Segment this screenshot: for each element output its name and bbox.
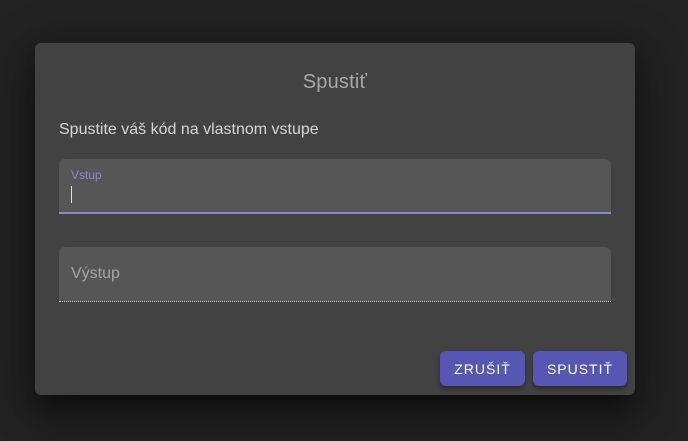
text-cursor xyxy=(71,186,72,203)
input-field-label: Vstup xyxy=(71,168,102,182)
cancel-button[interactable]: ZRUŠIŤ xyxy=(440,351,525,386)
dialog-title: Spustiť xyxy=(302,71,368,93)
run-button[interactable]: SPUSTIŤ xyxy=(533,351,627,386)
run-dialog: Spustiť Spustite váš kód na vlastnom vst… xyxy=(35,43,635,395)
input-field[interactable]: Vstup xyxy=(59,159,611,214)
dialog-description: Spustite váš kód na vlastnom vstupe xyxy=(59,121,319,138)
output-field[interactable]: Výstup xyxy=(59,247,611,302)
output-field-label: Výstup xyxy=(71,265,120,282)
